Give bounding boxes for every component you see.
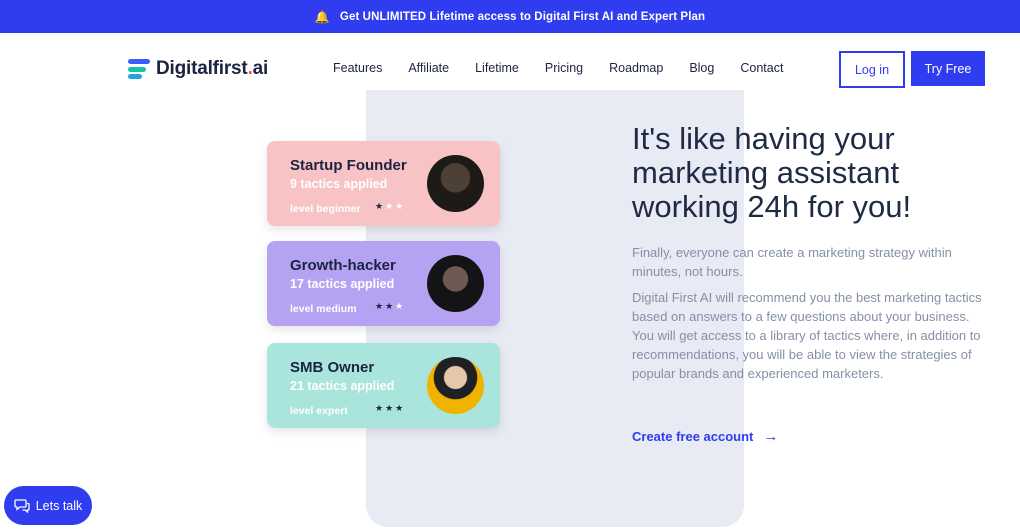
persona-card-smb-owner: SMB Owner 21 tactics applied level exper…: [267, 343, 500, 428]
logo[interactable]: Digitalfirst.ai: [128, 56, 268, 82]
persona-title: Growth-hacker: [290, 257, 396, 274]
persona-level: level expert: [290, 405, 348, 417]
nav-item-roadmap[interactable]: Roadmap: [609, 61, 663, 75]
try-free-button[interactable]: Try Free: [911, 51, 985, 86]
persona-level: level medium: [290, 303, 357, 315]
avatar: [427, 255, 484, 312]
persona-tactics: 9 tactics applied: [290, 177, 388, 191]
star-icon: ★: [395, 301, 406, 311]
avatar: [427, 155, 484, 212]
nav-item-contact[interactable]: Contact: [740, 61, 783, 75]
persona-tactics: 21 tactics applied: [290, 379, 395, 393]
nav-item-blog[interactable]: Blog: [689, 61, 714, 75]
star-icon: ★: [375, 301, 386, 311]
promo-banner[interactable]: 🔔 Get UNLIMITED Lifetime access to Digit…: [0, 0, 1020, 33]
star-rating: ★★★: [375, 301, 405, 312]
star-icon: ★: [375, 201, 386, 211]
star-icon: ★: [385, 403, 396, 413]
persona-level: level beginner: [290, 203, 361, 215]
persona-title: Startup Founder: [290, 157, 407, 174]
arrow-right-icon: →: [763, 428, 779, 445]
promo-banner-text: Get UNLIMITED Lifetime access to Digital…: [339, 10, 706, 23]
persona-title: SMB Owner: [290, 359, 375, 376]
star-icon: ★: [375, 403, 386, 413]
nav-item-lifetime[interactable]: Lifetime: [475, 61, 519, 75]
star-rating: ★★★: [375, 201, 405, 212]
hero-headline: It's like having your marketing assistan…: [632, 121, 912, 224]
star-icon: ★: [385, 301, 396, 311]
chat-button[interactable]: Lets talk: [4, 486, 92, 525]
create-account-link[interactable]: Create free account →: [632, 428, 778, 445]
persona-card-growth-hacker: Growth-hacker 17 tactics applied level m…: [267, 241, 500, 326]
create-account-label: Create free account: [632, 429, 754, 444]
login-button[interactable]: Log in: [839, 51, 905, 88]
nav-item-features[interactable]: Features: [333, 61, 382, 75]
logo-mark-icon: [128, 58, 150, 80]
persona-card-startup-founder: Startup Founder 9 tactics applied level …: [267, 141, 500, 226]
bell-icon: 🔔: [314, 9, 330, 24]
star-rating: ★★★: [375, 403, 405, 414]
logo-text: Digitalfirst.ai: [156, 58, 269, 79]
hero-description: Digital First AI will recommend you the …: [632, 290, 982, 381]
chat-label: Lets talk: [35, 498, 83, 513]
hero-intro: Finally, everyone can create a marketing…: [632, 245, 952, 279]
star-icon: ★: [385, 201, 396, 211]
avatar: [427, 357, 484, 414]
star-icon: ★: [395, 201, 406, 211]
chat-bubble-icon: [14, 498, 30, 513]
nav-item-pricing[interactable]: Pricing: [545, 61, 583, 75]
main-nav: Features Affiliate Lifetime Pricing Road…: [333, 61, 809, 75]
star-icon: ★: [395, 403, 406, 413]
nav-item-affiliate[interactable]: Affiliate: [408, 61, 449, 75]
persona-tactics: 17 tactics applied: [290, 277, 395, 291]
